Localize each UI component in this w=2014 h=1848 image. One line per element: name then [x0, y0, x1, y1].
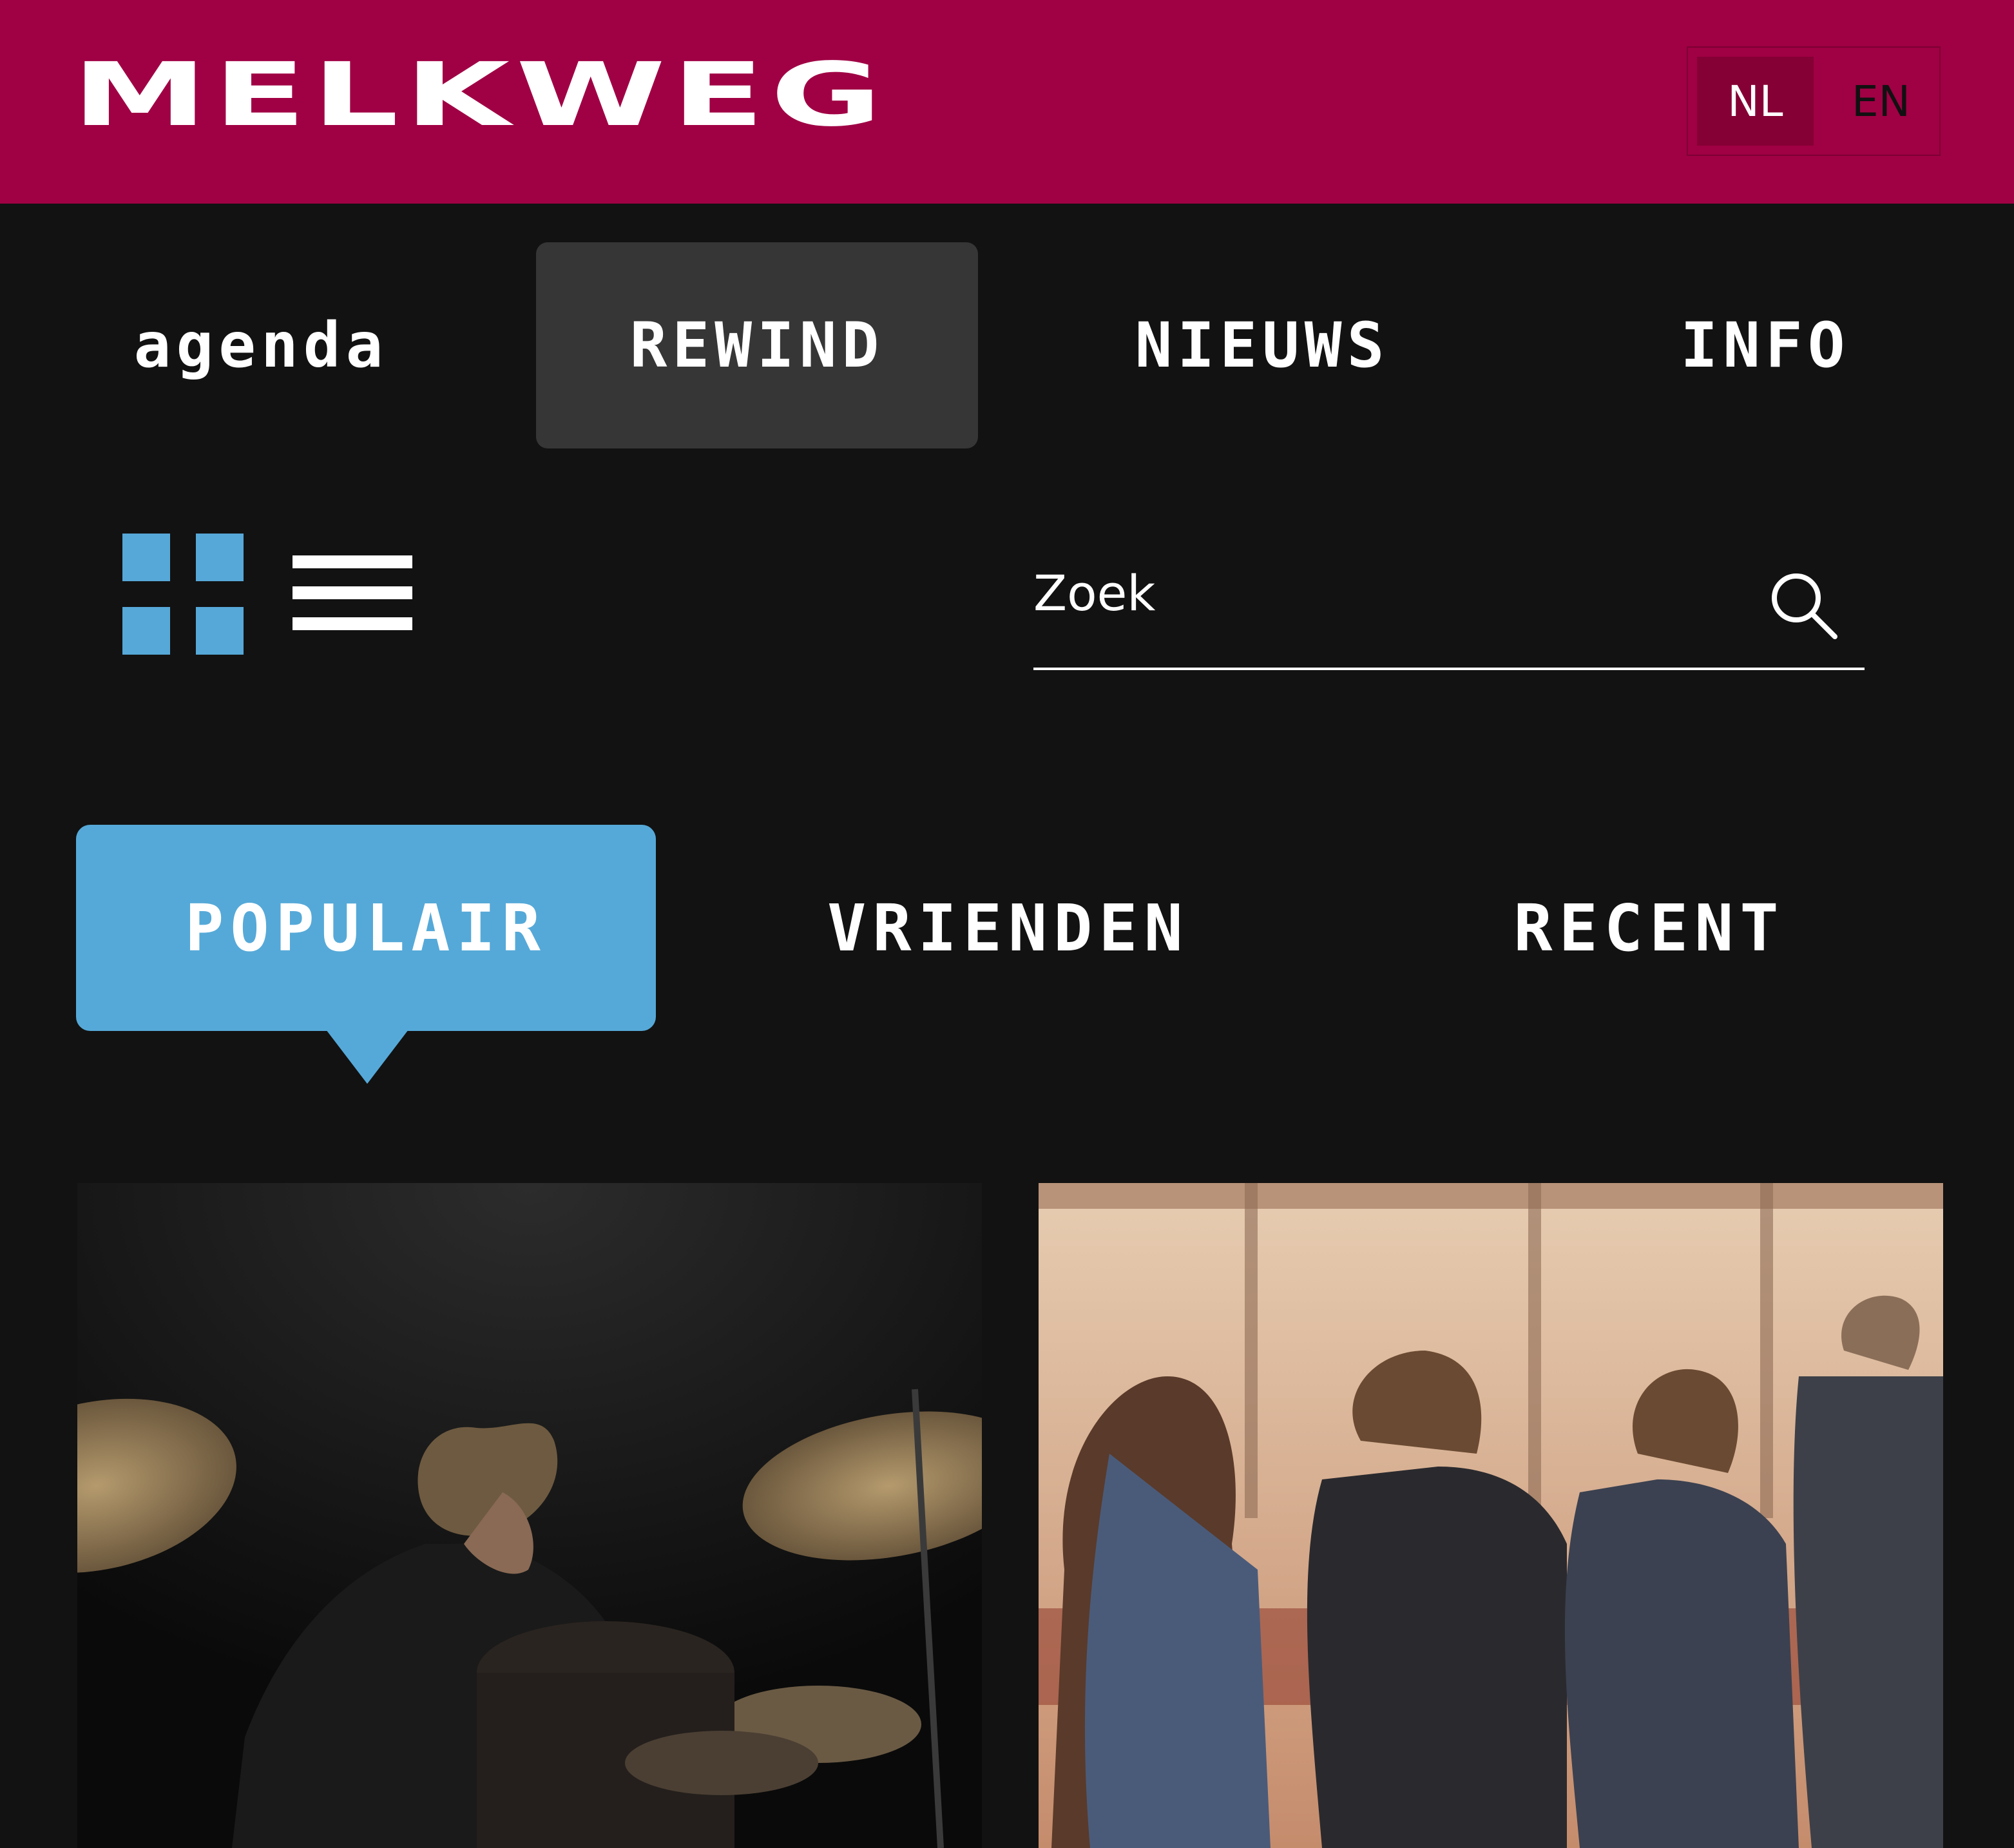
event-photo-band[interactable] — [1039, 1183, 1943, 1848]
site-header: MELKWEG NL EN — [0, 0, 2014, 204]
main-nav: agenda REWIND NIEUWS INFO — [0, 204, 2014, 461]
nav-item-rewind[interactable]: REWIND — [536, 242, 978, 448]
nav-item-agenda[interactable]: agenda — [90, 242, 432, 448]
tab-recent[interactable]: RECENT — [1456, 825, 1843, 1031]
event-photo-drummer[interactable] — [77, 1183, 982, 1848]
search-bar — [1033, 541, 1865, 670]
list-view-icon[interactable] — [293, 555, 412, 631]
filter-tabs: POPULAIR VRIENDEN RECENT — [0, 825, 2014, 1095]
drummer-image — [77, 1183, 982, 1848]
grid-view-icon[interactable] — [122, 534, 244, 655]
page: MELKWEG NL EN agenda REWIND NIEUWS INFO … — [0, 0, 2014, 1848]
nav-item-nieuws[interactable]: NIEUWS — [1085, 242, 1439, 448]
active-tab-pointer — [326, 1030, 408, 1084]
melkweg-logo[interactable]: MELKWEG — [72, 52, 951, 139]
language-switcher: NL EN — [1687, 46, 1941, 156]
language-en-button[interactable]: EN — [1823, 48, 1939, 155]
search-input[interactable] — [1033, 561, 1742, 625]
band-image — [1039, 1183, 1943, 1848]
nav-item-info[interactable]: INFO — [1636, 242, 1894, 448]
tab-vrienden[interactable]: VRIENDEN — [760, 825, 1256, 1031]
tab-populair[interactable]: POPULAIR — [76, 825, 656, 1031]
search-icon[interactable] — [1768, 570, 1839, 640]
language-nl-button[interactable]: NL — [1697, 57, 1814, 146]
